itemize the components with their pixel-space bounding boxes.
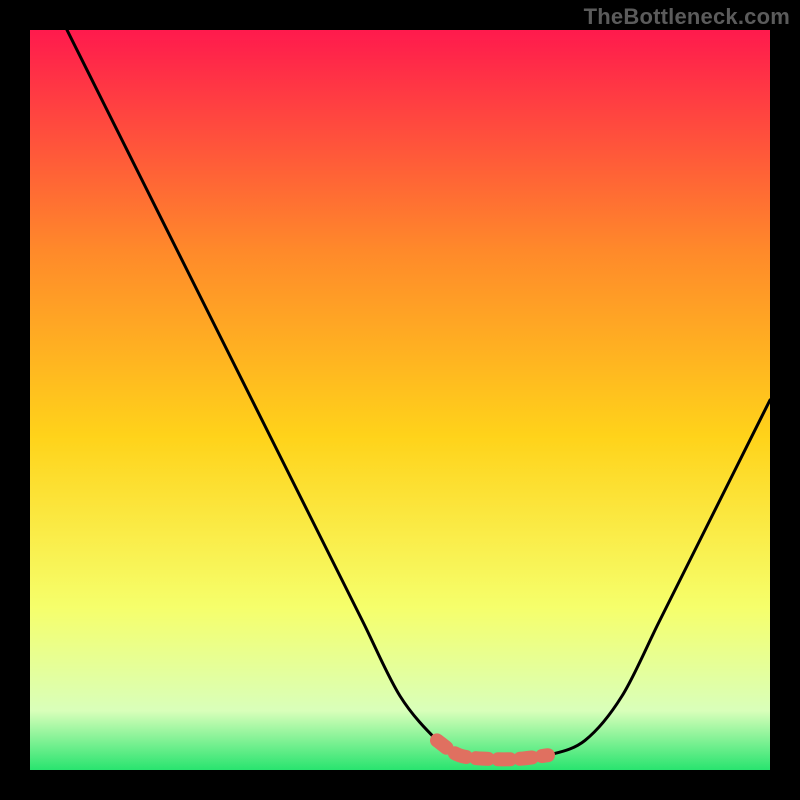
watermark-text: TheBottleneck.com	[584, 4, 790, 30]
chart-svg	[30, 30, 770, 770]
chart-frame: TheBottleneck.com	[0, 0, 800, 800]
plot-area	[30, 30, 770, 770]
gradient-bg	[30, 30, 770, 770]
